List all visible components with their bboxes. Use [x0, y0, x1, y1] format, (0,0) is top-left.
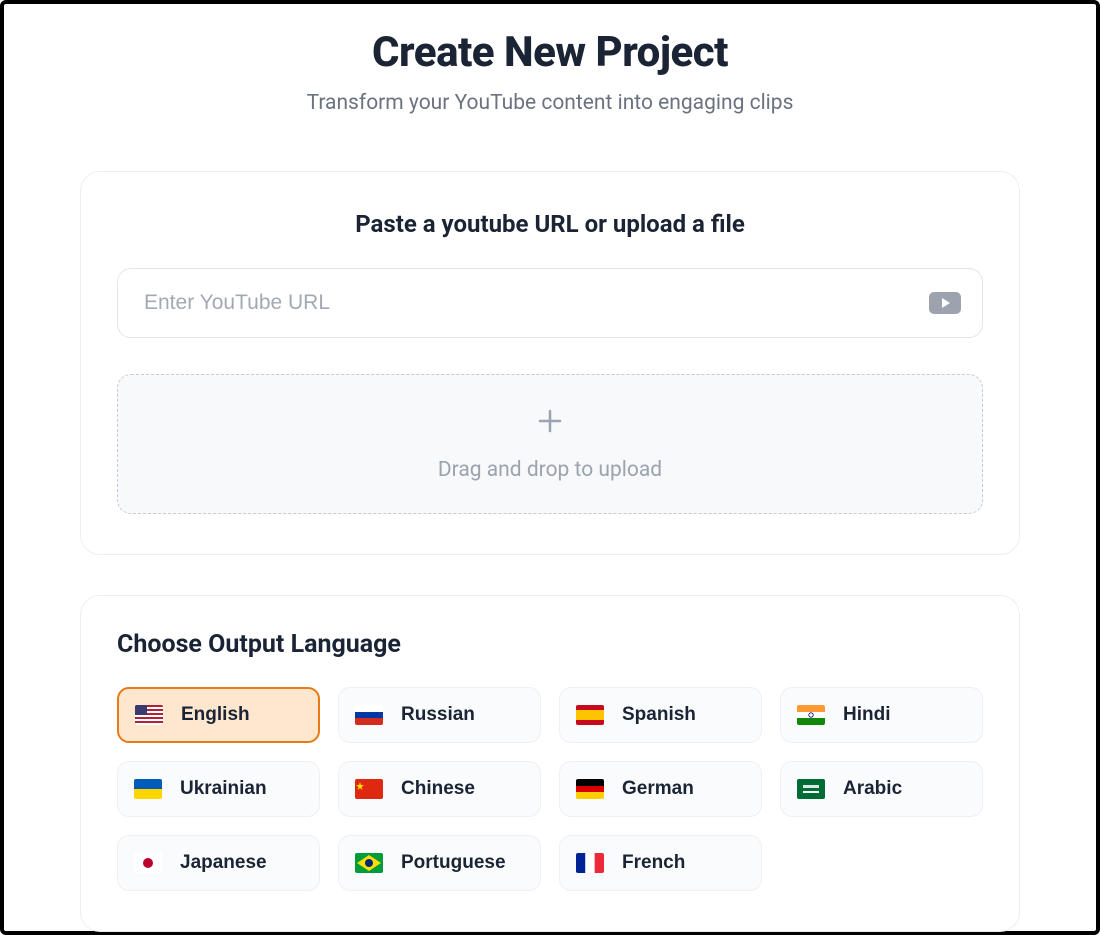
- url-input-row: [117, 268, 983, 338]
- flag-icon-jp: [134, 853, 162, 873]
- youtube-url-input[interactable]: [117, 268, 983, 338]
- page-subtitle: Transform your YouTube content into enga…: [307, 91, 794, 115]
- language-option-japanese[interactable]: Japanese: [117, 835, 320, 891]
- language-option-russian[interactable]: Russian: [338, 687, 541, 743]
- flag-icon-sa: [797, 779, 825, 799]
- language-option-hindi[interactable]: Hindi: [780, 687, 983, 743]
- flag-icon-cn: [355, 779, 383, 799]
- flag-icon-ua: [134, 779, 162, 799]
- language-label: Spanish: [622, 704, 696, 726]
- language-option-arabic[interactable]: Arabic: [780, 761, 983, 817]
- language-option-spanish[interactable]: Spanish: [559, 687, 762, 743]
- language-option-portuguese[interactable]: Portuguese: [338, 835, 541, 891]
- language-card: Choose Output Language English Russian S…: [80, 595, 1020, 932]
- language-label: English: [181, 704, 250, 726]
- language-option-english[interactable]: English: [117, 687, 320, 743]
- flag-icon-es: [576, 705, 604, 725]
- page-title: Create New Project: [372, 28, 728, 77]
- flag-icon-in: [797, 705, 825, 725]
- language-grid: English Russian Spanish Hindi: [117, 687, 983, 891]
- language-label: Hindi: [843, 704, 891, 726]
- upload-dropzone[interactable]: Drag and drop to upload: [117, 374, 983, 514]
- language-option-french[interactable]: French: [559, 835, 762, 891]
- plus-icon: [535, 406, 565, 440]
- language-label: French: [622, 852, 685, 874]
- language-label: Ukrainian: [180, 778, 267, 800]
- language-label: Portuguese: [401, 852, 506, 874]
- language-option-german[interactable]: German: [559, 761, 762, 817]
- flag-icon-de: [576, 779, 604, 799]
- input-card: Paste a youtube URL or upload a file Dra…: [80, 171, 1020, 555]
- language-option-chinese[interactable]: Chinese: [338, 761, 541, 817]
- language-label: German: [622, 778, 694, 800]
- flag-icon-br: [355, 853, 383, 873]
- language-heading: Choose Output Language: [117, 630, 983, 659]
- dropzone-text: Drag and drop to upload: [438, 458, 662, 482]
- language-option-ukrainian[interactable]: Ukrainian: [117, 761, 320, 817]
- language-label: Arabic: [843, 778, 902, 800]
- language-label: Chinese: [401, 778, 475, 800]
- input-heading: Paste a youtube URL or upload a file: [117, 210, 983, 238]
- flag-icon-fr: [576, 853, 604, 873]
- flag-icon-ru: [355, 705, 383, 725]
- language-label: Russian: [401, 704, 475, 726]
- youtube-icon: [929, 292, 961, 314]
- language-label: Japanese: [180, 852, 267, 874]
- flag-icon-us: [135, 705, 163, 725]
